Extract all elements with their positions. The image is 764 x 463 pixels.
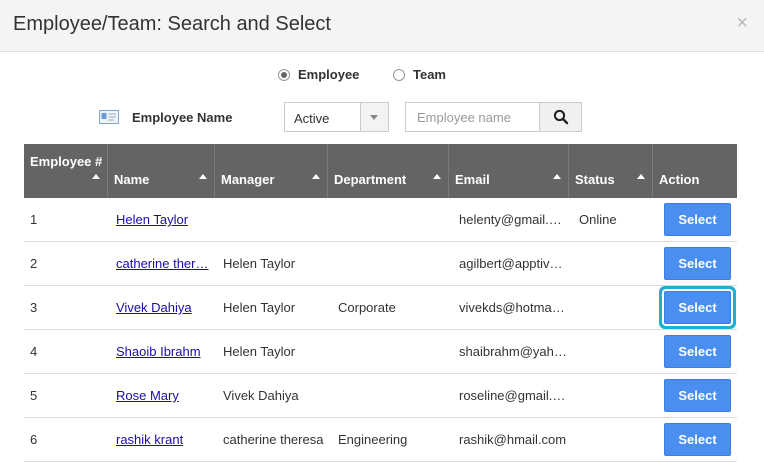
employee-name-input[interactable]	[405, 102, 539, 132]
employee-number-cell: 6	[30, 432, 38, 447]
email-cell: vivekds@hotmai…	[459, 300, 567, 315]
column-department[interactable]: Department	[328, 144, 449, 198]
status-select-value: Active	[294, 111, 330, 126]
sort-arrow-icon[interactable]	[199, 174, 207, 179]
table-row: 6 rashik krant catherine theresa Enginee…	[24, 418, 737, 462]
employee-number-cell: 3	[30, 300, 38, 315]
id-card-icon	[99, 110, 119, 124]
table-row: 3 Vivek Dahiya Helen Taylor Corporate vi…	[24, 286, 737, 330]
status-cell: Online	[579, 212, 617, 227]
employee-radio-label: Employee	[298, 67, 360, 82]
team-radio-label: Team	[413, 67, 446, 82]
column-action: Action	[653, 144, 737, 198]
column-header-label: Email	[455, 172, 490, 187]
filter-row: Employee Name Active	[0, 101, 764, 133]
close-icon[interactable]: ×	[736, 12, 748, 34]
column-header-label: Name	[114, 172, 150, 187]
team-radio-option[interactable]: Team	[393, 67, 446, 82]
search-icon	[553, 109, 569, 125]
search-select-dialog: Employee/Team: Search and Select × Emplo…	[0, 0, 764, 463]
employee-name-link[interactable]: Shaoib Ibrahm	[116, 344, 212, 359]
column-header-label: Department	[334, 172, 407, 187]
employee-radio[interactable]	[278, 68, 290, 81]
column-header-label: Employee #	[30, 154, 103, 169]
employee-number-cell: 2	[30, 256, 38, 271]
employee-number-cell: 1	[30, 212, 38, 227]
select-button[interactable]: Select	[664, 335, 731, 368]
select-button[interactable]: Select	[664, 379, 731, 412]
manager-cell: Vivek Dahiya	[223, 388, 299, 403]
manager-cell: Helen Taylor	[223, 256, 296, 271]
status-select[interactable]: Active	[284, 102, 389, 132]
sort-arrow-icon[interactable]	[553, 174, 561, 179]
column-email[interactable]: Email	[449, 144, 569, 198]
manager-cell: Helen Taylor	[223, 344, 296, 359]
employee-name-link[interactable]: Vivek Dahiya	[116, 300, 212, 315]
table-row: 4 Shaoib Ibrahm Helen Taylor shaibrahm@y…	[24, 330, 737, 374]
department-cell: Corporate	[338, 300, 396, 315]
email-cell: agilbert@apptivo…	[459, 256, 567, 271]
employee-name-link[interactable]: Helen Taylor	[116, 212, 212, 227]
table-row: 2 catherine ther… Helen Taylor agilbert@…	[24, 242, 737, 286]
manager-cell: Helen Taylor	[223, 300, 296, 315]
employee-number-cell: 5	[30, 388, 38, 403]
employee-name-label: Employee Name	[132, 110, 233, 125]
sort-arrow-icon[interactable]	[433, 174, 441, 179]
employee-number-cell: 4	[30, 344, 38, 359]
select-button[interactable]: Select	[664, 203, 731, 236]
search-button[interactable]	[539, 102, 582, 132]
table-row: 5 Rose Mary Vivek Dahiya roseline@gmail.…	[24, 374, 737, 418]
column-header-label: Manager	[221, 172, 275, 187]
column-header-label: Action	[659, 172, 700, 187]
column-header-label: Status	[575, 172, 615, 187]
manager-cell: catherine theresa	[223, 432, 324, 447]
email-cell: roseline@gmail.…	[459, 388, 566, 403]
department-cell: Engineering	[338, 432, 408, 447]
employee-radio-option[interactable]: Employee	[278, 67, 359, 82]
team-radio[interactable]	[393, 68, 405, 81]
column-manager[interactable]: Manager	[215, 144, 328, 198]
table-header: Employee # Name Manager Department Email…	[24, 144, 737, 198]
email-cell: rashik@hmail.com	[459, 432, 567, 447]
employee-table: Employee # Name Manager Department Email…	[24, 144, 737, 462]
sort-arrow-icon[interactable]	[637, 174, 645, 179]
employee-name-link[interactable]: Rose Mary	[116, 388, 212, 403]
type-radio-group: Employee Team	[0, 67, 764, 87]
column-name[interactable]: Name	[108, 144, 215, 198]
chevron-down-icon[interactable]	[360, 103, 388, 131]
select-button[interactable]: Select	[664, 423, 731, 456]
column-employee-number[interactable]: Employee #	[24, 144, 108, 198]
column-status[interactable]: Status	[569, 144, 653, 198]
employee-name-link[interactable]: catherine ther…	[116, 256, 212, 271]
select-button[interactable]: Select	[664, 291, 731, 324]
dialog-header: Employee/Team: Search and Select ×	[0, 0, 764, 52]
table-row: 1 Helen Taylor helenty@gmail.c… Online S…	[24, 198, 737, 242]
sort-arrow-icon[interactable]	[92, 174, 100, 179]
email-cell: shaibrahm@yah…	[459, 344, 567, 359]
email-cell: helenty@gmail.c…	[459, 212, 567, 227]
employee-name-link[interactable]: rashik krant	[116, 432, 212, 447]
dialog-title: Employee/Team: Search and Select	[13, 13, 331, 35]
select-button[interactable]: Select	[664, 247, 731, 280]
sort-arrow-icon[interactable]	[312, 174, 320, 179]
